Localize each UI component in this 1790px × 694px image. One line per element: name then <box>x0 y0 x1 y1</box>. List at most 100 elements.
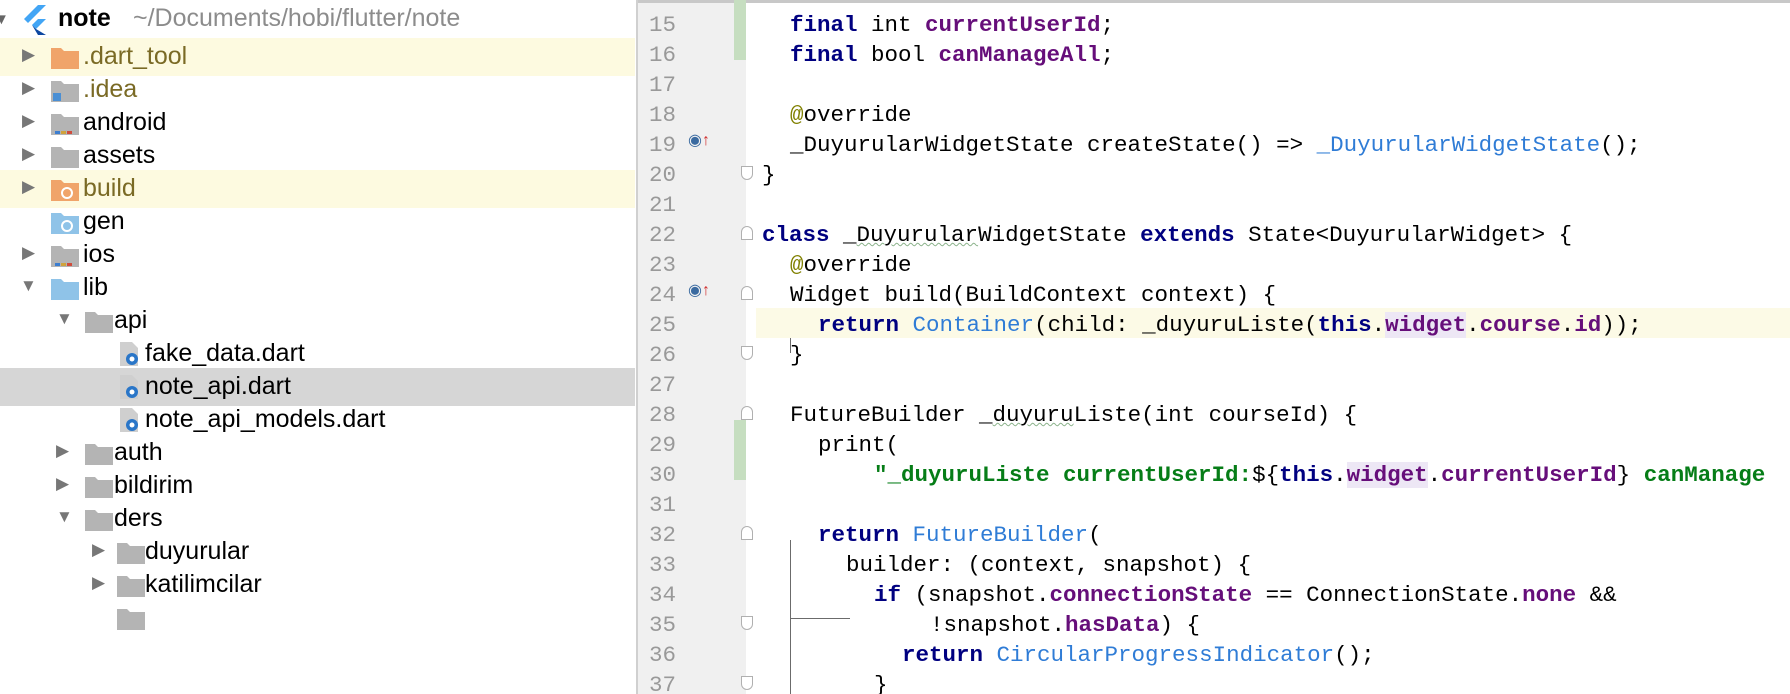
folder-icon <box>117 543 145 564</box>
folder-generated-icon <box>51 213 79 234</box>
code-line[interactable]: 34 if (snapshot.connectionState == Conne… <box>638 578 1790 608</box>
tree-item-label: bildirim <box>114 471 194 499</box>
line-number: 35 <box>648 612 676 638</box>
code-text: "_duyuruListe currentUserId:${this.widge… <box>874 462 1766 488</box>
folder-orange-icon <box>51 48 79 69</box>
tree-item-label: duyurular <box>145 537 250 565</box>
folder-icon <box>85 477 113 498</box>
code-line[interactable]: 24 Widget build(BuildContext context) { <box>638 278 1790 308</box>
code-text: } <box>762 162 776 188</box>
code-line[interactable]: 21 <box>638 188 1790 218</box>
collapsed-arrow-icon[interactable]: ▶ <box>56 441 69 461</box>
tree-item-label: ders <box>114 504 163 532</box>
code-line[interactable]: 35 !snapshot.hasData) { <box>638 608 1790 638</box>
tree-item-label: auth <box>114 438 163 466</box>
project-root-row[interactable]: ▼ note ~/Documents/hobi/flutter/note <box>0 0 635 38</box>
collapsed-arrow-icon[interactable]: ▶ <box>92 573 105 593</box>
code-line[interactable]: 28 FutureBuilder _duyuruListe(int course… <box>638 398 1790 428</box>
line-number: 34 <box>648 582 676 608</box>
code-text: @override <box>790 102 912 128</box>
code-text: builder: (context, snapshot) { <box>846 552 1252 578</box>
collapsed-arrow-icon[interactable]: ▶ <box>92 540 105 560</box>
code-text: !snapshot.hasData) { <box>930 612 1201 638</box>
code-text: return CircularProgressIndicator(); <box>902 642 1375 668</box>
folder-idea-icon <box>51 81 79 102</box>
code-text: } <box>790 342 804 368</box>
expanded-arrow-icon[interactable]: ▼ <box>56 507 73 527</box>
expanded-arrow-icon[interactable]: ▼ <box>56 309 73 329</box>
code-text: } <box>874 672 888 694</box>
line-number: 26 <box>648 342 676 368</box>
code-line[interactable]: 15 final int currentUserId; <box>638 8 1790 38</box>
code-text: @override <box>790 252 912 278</box>
line-number: 16 <box>648 42 676 68</box>
project-tree: ▼ note ~/Documents/hobi/flutter/note ▶ .… <box>0 0 635 694</box>
code-line[interactable]: 29 print( <box>638 428 1790 458</box>
tree-item-label: gen <box>83 207 125 235</box>
editor-top-border <box>638 0 1790 3</box>
line-number: 23 <box>648 252 676 278</box>
code-text: Widget build(BuildContext context) { <box>790 282 1277 308</box>
folder-module-icon <box>51 114 79 135</box>
code-line[interactable]: 22 class _DuyurularWidgetState extends S… <box>638 218 1790 248</box>
tree-item-label: note_api_models.dart <box>145 405 386 433</box>
code-line[interactable]: 37 } <box>638 668 1790 694</box>
tree-item-label: .idea <box>83 75 138 103</box>
code-line[interactable]: 26 } <box>638 338 1790 368</box>
line-number: 33 <box>648 552 676 578</box>
folder-module-icon <box>51 246 79 267</box>
code-line[interactable]: 27 <box>638 368 1790 398</box>
tree-item-label: note_api.dart <box>145 372 291 400</box>
code-text: final bool canManageAll; <box>790 42 1115 68</box>
project-name: note <box>58 4 111 32</box>
code-line[interactable]: 17 <box>638 68 1790 98</box>
code-text: return FutureBuilder( <box>818 522 1102 548</box>
code-text: FutureBuilder _duyuruListe(int courseId)… <box>790 402 1358 428</box>
code-line[interactable]: 33 builder: (context, snapshot) { <box>638 548 1790 578</box>
expanded-arrow-icon[interactable]: ▼ <box>20 276 37 296</box>
tree-item-label: android <box>83 108 167 136</box>
code-text: final int currentUserId; <box>790 12 1115 38</box>
code-line[interactable]: 36 return CircularProgressIndicator(); <box>638 638 1790 668</box>
folder-icon <box>85 444 113 465</box>
line-number: 22 <box>648 222 676 248</box>
line-number: 32 <box>648 522 676 548</box>
line-number: 25 <box>648 312 676 338</box>
code-line[interactable]: 20 } <box>638 158 1790 188</box>
dart-file-icon <box>120 375 138 399</box>
code-line[interactable]: 32 return FutureBuilder( <box>638 518 1790 548</box>
folder-icon <box>85 510 113 531</box>
code-editor[interactable]: ◉↑ ◉↑ 15 final int currentUserId; 16 fin… <box>636 0 1790 694</box>
collapsed-arrow-icon[interactable]: ▶ <box>22 243 35 263</box>
line-number: 20 <box>648 162 676 188</box>
folder-icon <box>51 147 79 168</box>
line-number: 31 <box>648 492 676 518</box>
folder-build-icon <box>51 180 79 201</box>
collapsed-arrow-icon[interactable]: ▶ <box>56 474 69 494</box>
flutter-logo-icon <box>24 5 46 35</box>
folder-source-icon <box>51 279 79 300</box>
dart-file-icon <box>120 408 138 432</box>
code-line[interactable]: 23 @override <box>638 248 1790 278</box>
line-number: 21 <box>648 192 676 218</box>
code-text: return Container(child: _duyuruListe(thi… <box>818 312 1642 338</box>
collapsed-arrow-icon[interactable]: ▶ <box>22 144 35 164</box>
code-text: _DuyurularWidgetState createState() => _… <box>790 132 1641 158</box>
tree-item-partial[interactable] <box>0 599 635 637</box>
collapsed-arrow-icon[interactable]: ▶ <box>22 111 35 131</box>
code-line[interactable]: 19 _DuyurularWidgetState createState() =… <box>638 128 1790 158</box>
code-text: if (snapshot.connectionState == Connecti… <box>874 582 1617 608</box>
code-line-current[interactable]: 25 return Container(child: _duyuruListe(… <box>638 308 1790 338</box>
collapsed-arrow-icon[interactable]: ▶ <box>22 78 35 98</box>
collapsed-arrow-icon[interactable]: ▶ <box>22 45 35 65</box>
line-number: 15 <box>648 12 676 38</box>
folder-icon <box>117 609 145 630</box>
expand-arrow-icon[interactable]: ▼ <box>0 11 9 28</box>
code-line[interactable]: 18 @override <box>638 98 1790 128</box>
code-line[interactable]: 31 <box>638 488 1790 518</box>
collapsed-arrow-icon[interactable]: ▶ <box>22 177 35 197</box>
code-line[interactable]: 16 final bool canManageAll; <box>638 38 1790 68</box>
code-line[interactable]: 30 "_duyuruListe currentUserId:${this.wi… <box>638 458 1790 488</box>
line-number: 19 <box>648 132 676 158</box>
folder-icon <box>117 576 145 597</box>
